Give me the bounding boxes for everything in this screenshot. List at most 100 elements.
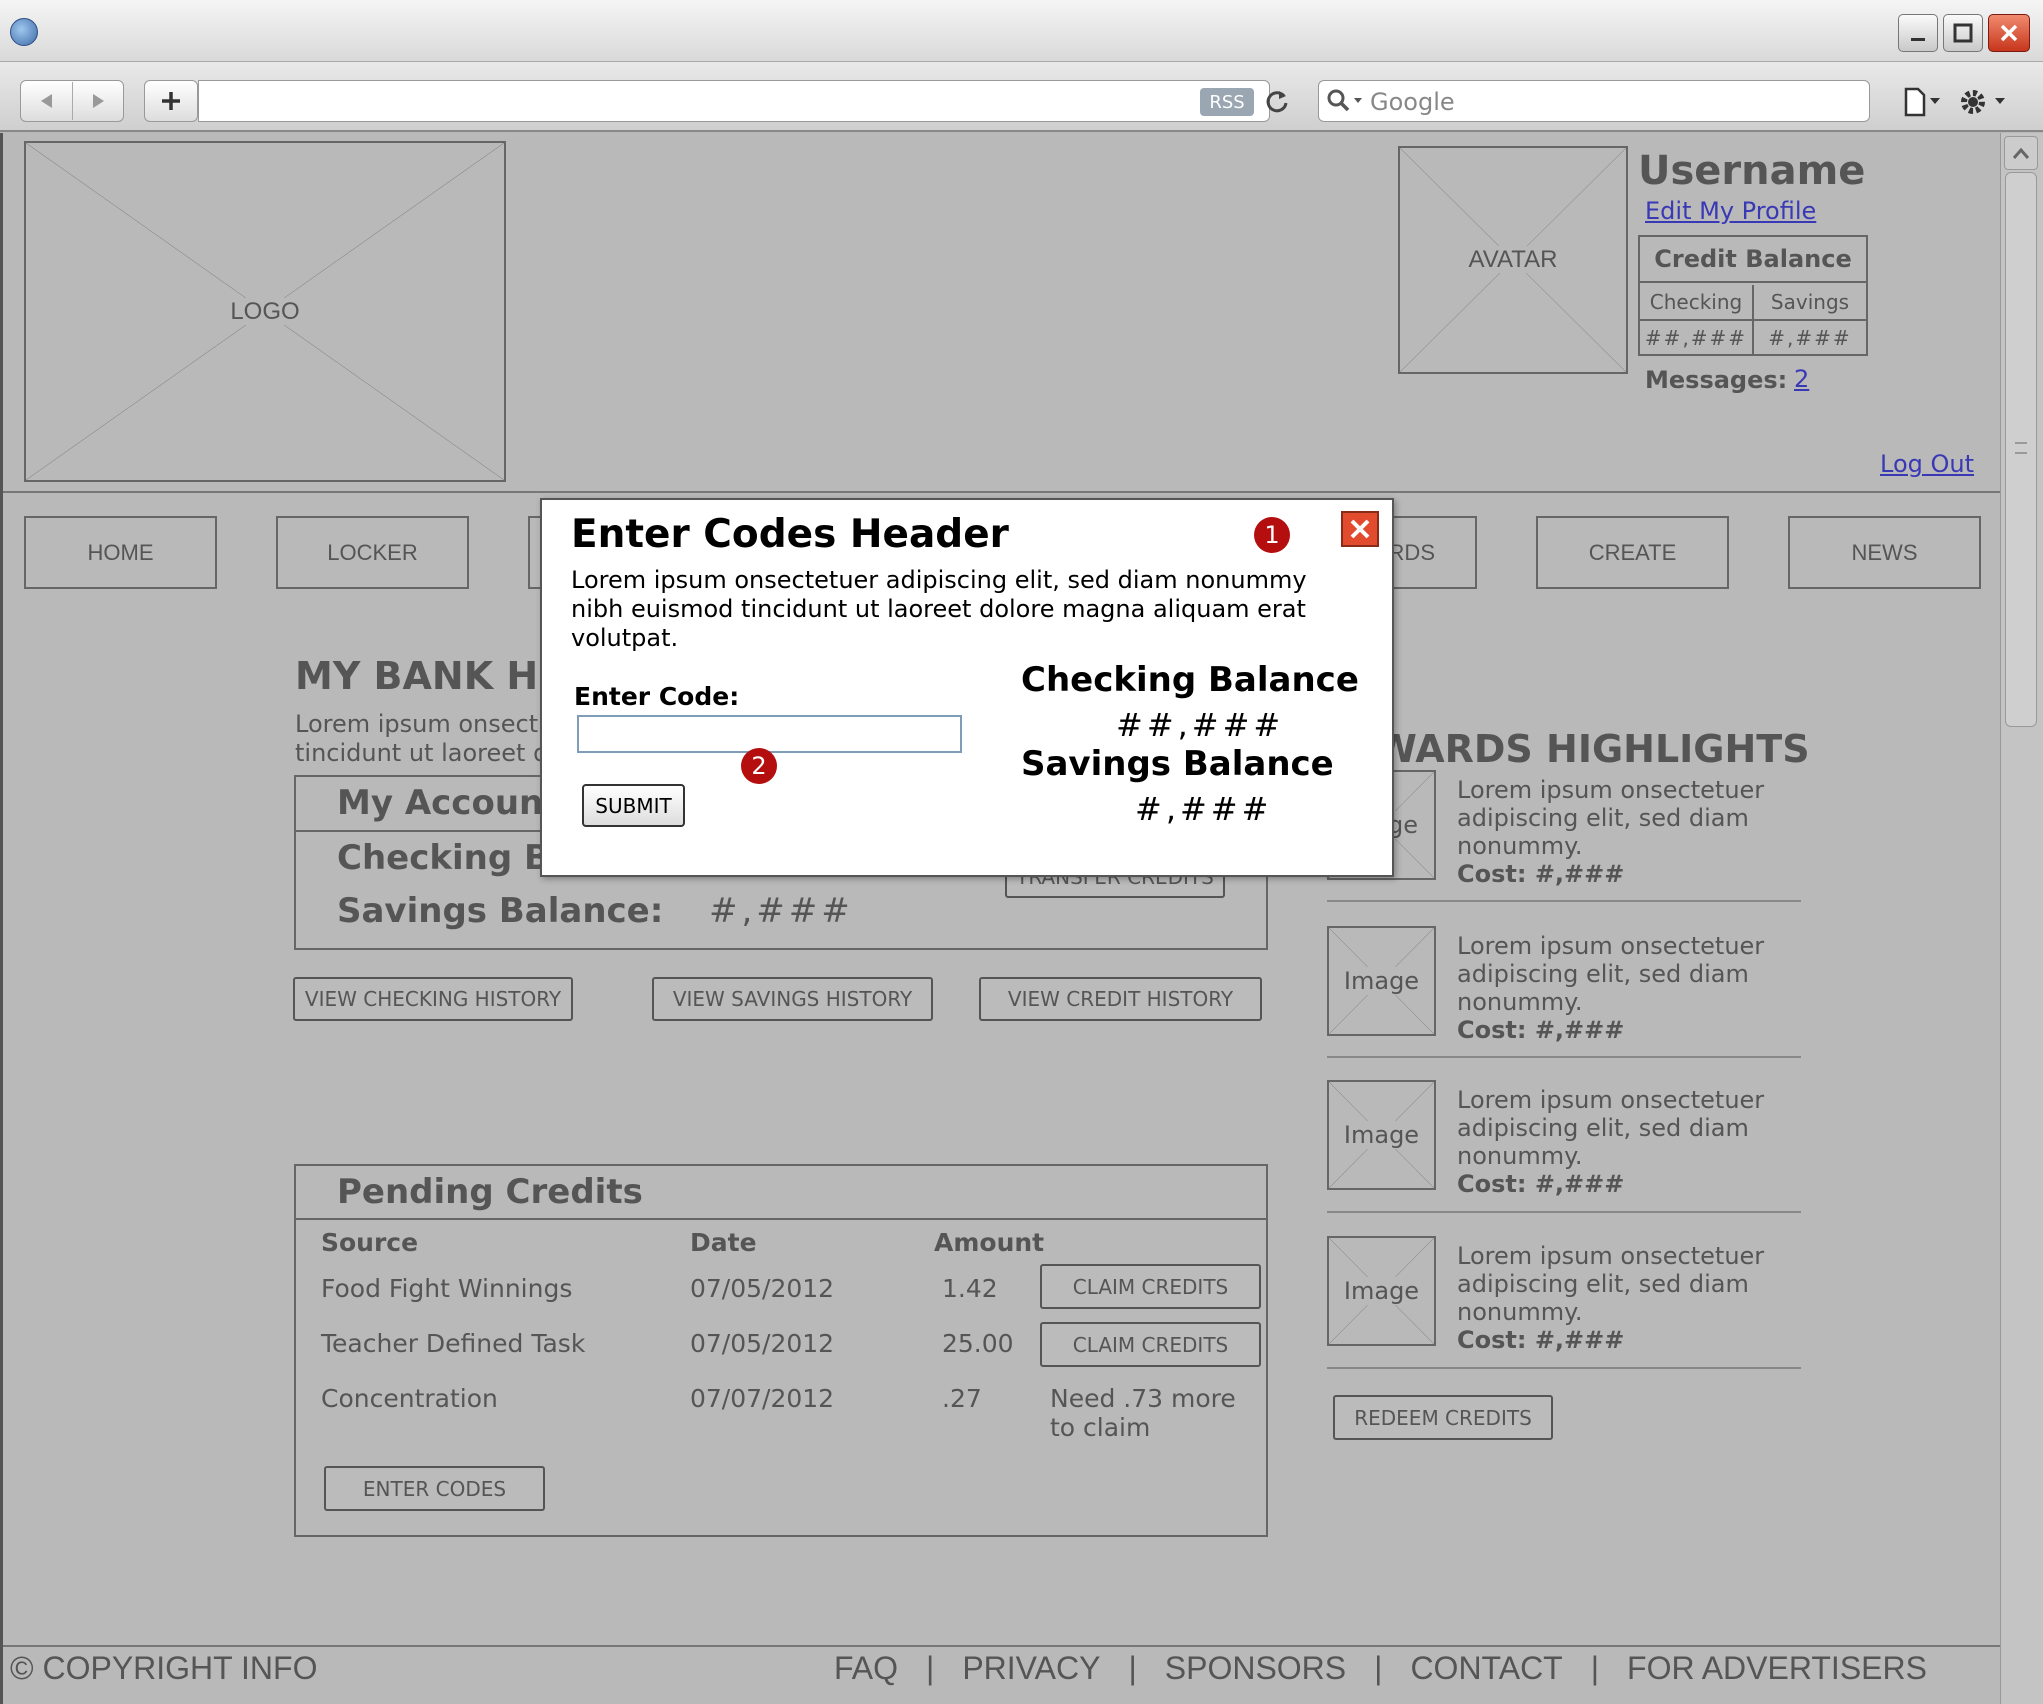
savings-balance-label: Savings Balance:	[337, 891, 664, 931]
reward-line: Lorem ipsum onsectetuer	[1457, 776, 1765, 804]
redeem-credits-button[interactable]: REDEEM CREDITS	[1333, 1395, 1553, 1440]
minimize-button[interactable]	[1898, 14, 1938, 52]
view-credit-history-button[interactable]: VIEW CREDIT HISTORY	[979, 977, 1262, 1021]
page-menu-button[interactable]	[1900, 84, 1950, 120]
claim-credits-button[interactable]: CLAIM CREDITS	[1040, 1264, 1261, 1309]
window-close-button[interactable]	[1988, 14, 2030, 52]
reward-cost: Cost: #,###	[1457, 1326, 1625, 1354]
row-date: 07/05/2012	[690, 1274, 835, 1303]
reload-icon	[1266, 91, 1288, 113]
reward-image: Image	[1327, 1080, 1436, 1190]
footer-link-contact[interactable]: CONTACT	[1410, 1650, 1562, 1687]
back-button[interactable]	[22, 82, 72, 120]
modal-title: Enter Codes Header	[571, 512, 1009, 557]
logout-link[interactable]: Log Out	[1880, 450, 1974, 478]
close-icon	[2000, 24, 2018, 42]
forward-button[interactable]	[72, 82, 122, 120]
messages-count-link[interactable]: 2	[1794, 365, 1809, 393]
col-amount: Amount	[934, 1228, 1045, 1257]
submit-button[interactable]: SUBMIT	[582, 784, 685, 827]
search-icon	[1327, 89, 1362, 112]
tools-menu-button[interactable]	[1955, 84, 2015, 120]
savings-balance-value: #,###	[1768, 325, 1852, 350]
row-date: 07/07/2012	[690, 1384, 835, 1413]
nav-locker[interactable]: LOCKER	[276, 516, 469, 589]
code-input[interactable]	[577, 715, 962, 753]
col-source: Source	[321, 1228, 419, 1257]
address-bar[interactable]	[198, 80, 1270, 122]
messages-label: Messages:	[1645, 366, 1788, 394]
claim-credits-button[interactable]: CLAIM CREDITS	[1040, 1322, 1261, 1367]
reward-desc: Lorem ipsum onsectetuer adipiscing elit,…	[1457, 776, 1787, 888]
maximize-button[interactable]	[1943, 14, 1983, 52]
reward-desc: Lorem ipsum onsectetuer adipiscing elit,…	[1457, 932, 1787, 1044]
row-note-line1: Need .73 more	[1050, 1384, 1236, 1413]
reward-image: Image	[1327, 926, 1436, 1036]
reward-line: Lorem ipsum onsectetuer	[1457, 1242, 1765, 1270]
reward-line: adipiscing elit, sed diam	[1457, 1270, 1749, 1298]
rss-badge[interactable]: RSS	[1200, 88, 1254, 116]
checking-balance-label: Checking Ba	[337, 838, 573, 878]
footer-link-faq[interactable]: FAQ	[834, 1650, 898, 1687]
row-source: Teacher Defined Task	[321, 1329, 586, 1358]
reward-line: adipiscing elit, sed diam	[1457, 960, 1749, 988]
copyright: © COPYRIGHT INFO	[10, 1650, 318, 1686]
reward-cost: Cost: #,###	[1457, 860, 1625, 888]
credit-balance-table: Credit Balance Checking Savings ##,### #…	[1638, 235, 1868, 356]
nav-create[interactable]: CREATE	[1536, 516, 1729, 589]
checking-column-header: Checking	[1640, 285, 1754, 321]
arrow-left-icon	[41, 94, 52, 108]
footer-separator: |	[1590, 1650, 1600, 1686]
modal-savings-title: Savings Balance	[1021, 744, 1334, 784]
page-icon	[1904, 87, 1940, 117]
view-savings-history-button[interactable]: VIEW SAVINGS HISTORY	[652, 977, 933, 1021]
new-tab-button[interactable]	[144, 80, 198, 122]
savings-balance-amount: #,###	[709, 891, 854, 931]
modal-savings-value: #,###	[1135, 790, 1273, 828]
scroll-up-button[interactable]	[2004, 136, 2038, 170]
reward-line: Lorem ipsum onsectetuer	[1457, 932, 1765, 960]
reward-divider	[1327, 1056, 1801, 1058]
view-checking-history-button[interactable]: VIEW CHECKING HISTORY	[293, 977, 573, 1021]
reward-line: Lorem ipsum onsectetuer	[1457, 1086, 1765, 1114]
browser-app-icon	[10, 18, 38, 46]
maximize-icon	[1953, 23, 1973, 43]
logo-label: LOGO	[226, 297, 304, 325]
footer-separator: |	[1128, 1650, 1137, 1686]
reward-divider	[1327, 900, 1801, 902]
logo-placeholder: LOGO	[24, 141, 506, 482]
pending-title: Pending Credits	[337, 1172, 643, 1212]
checking-balance-value: ##,###	[1640, 321, 1754, 354]
footer-link-sponsors[interactable]: SPONSORS	[1165, 1650, 1346, 1687]
reward-image: Image	[1327, 1236, 1436, 1346]
nav-news[interactable]: NEWS	[1788, 516, 1981, 589]
footer-link-privacy[interactable]: PRIVACY	[962, 1650, 1100, 1687]
enter-codes-button[interactable]: ENTER CODES	[324, 1466, 545, 1511]
reward-line: nonummy.	[1457, 832, 1583, 860]
reload-button[interactable]	[1262, 86, 1292, 116]
accounts-title: My Account	[337, 783, 560, 823]
row-date: 07/05/2012	[690, 1329, 835, 1358]
row-source: Concentration	[321, 1384, 498, 1413]
modal-checking-value: ##,###	[1116, 706, 1285, 744]
row-note-line2: to claim	[1050, 1413, 1151, 1442]
footer-separator: |	[926, 1650, 935, 1686]
close-icon	[1350, 519, 1370, 539]
footer-divider	[3, 1645, 2000, 1647]
avatar: AVATAR	[1398, 146, 1628, 374]
reward-cost: Cost: #,###	[1457, 1016, 1625, 1044]
footer-link-advertisers[interactable]: FOR ADVERTISERS	[1627, 1650, 1927, 1687]
nav-home[interactable]: HOME	[24, 516, 217, 589]
reward-line: nonummy.	[1457, 988, 1583, 1016]
minimize-icon	[1911, 38, 1925, 41]
edit-profile-link[interactable]: Edit My Profile	[1645, 197, 1816, 225]
row-amount: 1.42	[942, 1274, 998, 1303]
plus-icon	[162, 92, 180, 110]
reward-line: adipiscing elit, sed diam	[1457, 804, 1749, 832]
modal-desc-line: Lorem ipsum onsectetuer adipiscing elit,…	[571, 566, 1307, 594]
modal-close-button[interactable]	[1341, 511, 1379, 547]
chevron-up-icon	[2012, 147, 2030, 159]
footer-links: FAQ | PRIVACY | SPONSORS | CONTACT | FOR…	[834, 1650, 1927, 1687]
gear-icon	[1961, 90, 2005, 114]
scroll-grip-icon	[2015, 442, 2027, 454]
